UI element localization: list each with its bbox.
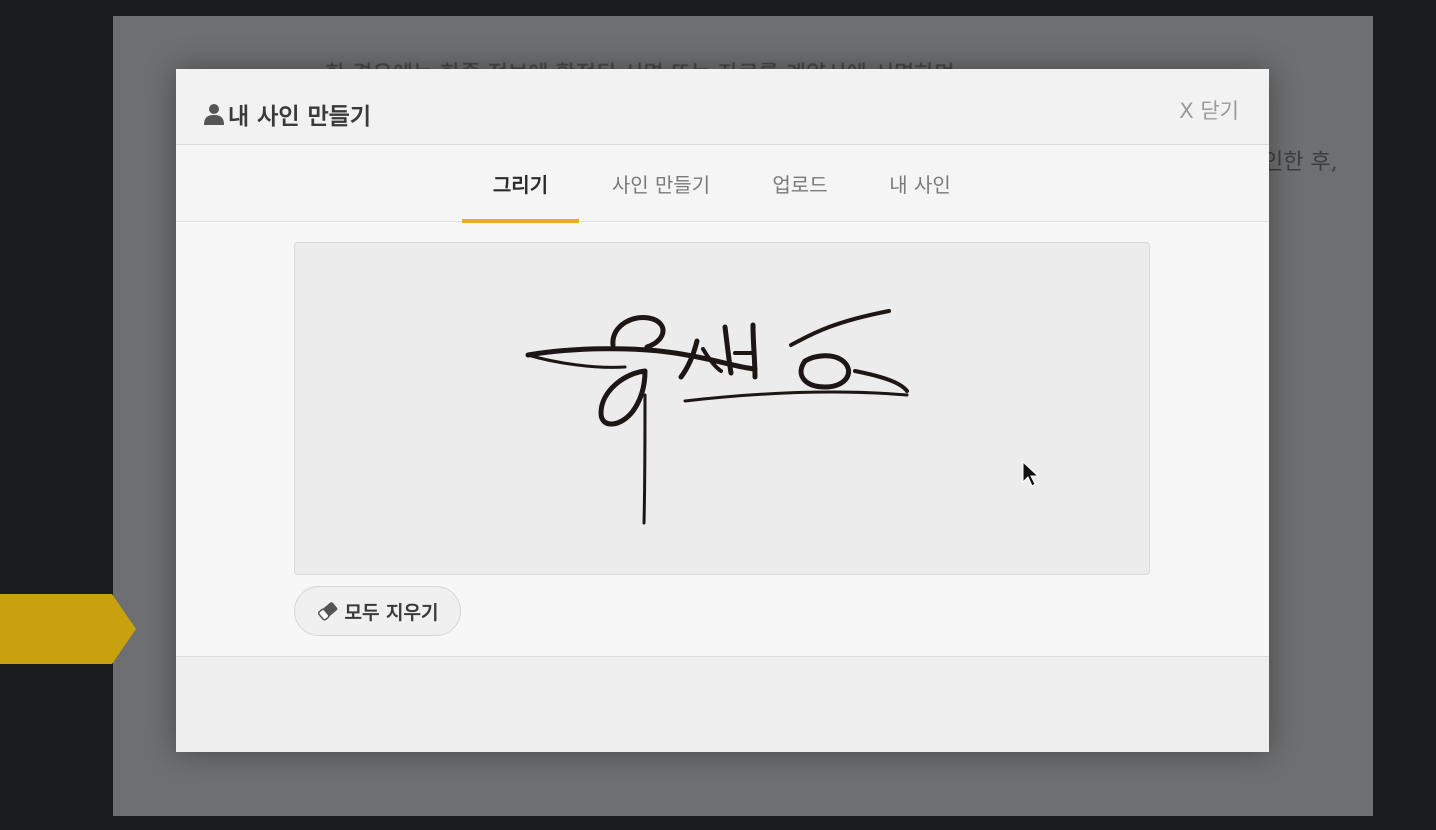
modal-header: 내 사인 만들기 X 닫기 <box>176 69 1269 145</box>
side-pointer-tab <box>0 594 136 664</box>
tab-draw[interactable]: 그리기 <box>462 145 579 223</box>
modal-title-text: 내 사인 만들기 <box>228 104 371 130</box>
tab-label: 업로드 <box>772 173 828 197</box>
tab-label: 내 사인 <box>889 173 951 197</box>
tab-bar: 그리기 사인 만들기 업로드 내 사인 <box>176 145 1269 223</box>
handwritten-signature-icon <box>525 309 1040 525</box>
mouse-cursor-icon <box>1022 460 1040 487</box>
active-tab-indicator <box>462 219 579 223</box>
tab-label: 사인 만들기 <box>611 173 711 197</box>
user-icon <box>204 104 224 125</box>
modal-title: 내 사인 만들기 <box>204 97 371 131</box>
tab-my-signature[interactable]: 내 사인 <box>872 145 968 222</box>
modal-footer <box>176 656 1269 752</box>
backdrop-text-line: 인한 후, <box>1263 150 1338 175</box>
tab-make-signature[interactable]: 사인 만들기 <box>596 145 726 222</box>
tab-upload[interactable]: 업로드 <box>752 145 848 222</box>
clear-all-label: 모두 지우기 <box>344 601 439 624</box>
clear-all-button[interactable]: 모두 지우기 <box>294 586 461 636</box>
signature-modal: 내 사인 만들기 X 닫기 그리기 사인 만들기 업로드 내 사인 모두 지우기 <box>176 69 1269 752</box>
tab-label: 그리기 <box>492 173 549 197</box>
close-button[interactable]: X 닫기 <box>1179 95 1239 125</box>
eraser-icon <box>318 602 338 621</box>
signature-drawing-canvas[interactable] <box>294 242 1150 575</box>
